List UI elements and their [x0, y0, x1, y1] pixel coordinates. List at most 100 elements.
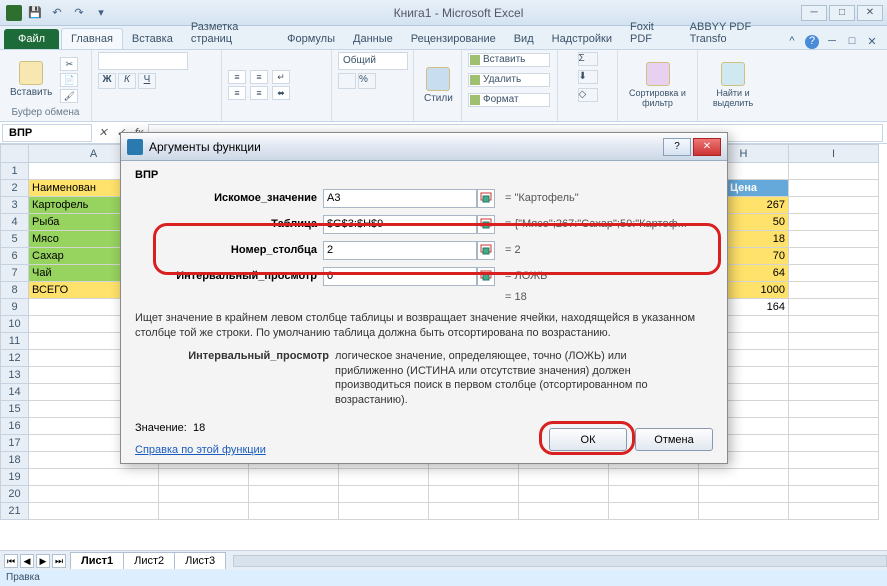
cell[interactable] — [789, 265, 879, 282]
horizontal-scrollbar[interactable] — [233, 555, 887, 567]
cell[interactable] — [789, 503, 879, 520]
cell[interactable] — [339, 503, 429, 520]
qat-more-icon[interactable]: ▾ — [92, 4, 110, 22]
fill-icon[interactable]: ⬇ — [578, 70, 598, 84]
row-header[interactable]: 19 — [1, 469, 29, 486]
row-header[interactable]: 14 — [1, 384, 29, 401]
sheet-tab-2[interactable]: Лист2 — [123, 552, 175, 569]
cell[interactable] — [789, 231, 879, 248]
range-picker-icon[interactable] — [477, 189, 495, 208]
align-center-icon[interactable]: ≡ — [250, 86, 268, 100]
range-picker-icon[interactable] — [477, 215, 495, 234]
cell[interactable] — [609, 503, 699, 520]
sheet-nav-prev[interactable]: ◀ — [20, 554, 34, 568]
sheet-nav-first[interactable]: ⏮ — [4, 554, 18, 568]
row-header[interactable]: 10 — [1, 316, 29, 333]
bold-button[interactable]: Ж — [98, 73, 116, 89]
styles-button[interactable]: Стили — [420, 65, 457, 106]
tab-formulas[interactable]: Формулы — [278, 29, 344, 49]
row-header[interactable]: 3 — [1, 197, 29, 214]
currency-icon[interactable] — [338, 73, 356, 89]
row-header[interactable]: 8 — [1, 282, 29, 299]
name-box[interactable]: ВПР — [2, 124, 92, 142]
align-mid-icon[interactable]: ≡ — [228, 86, 246, 100]
insert-cells-button[interactable]: Вставить — [468, 53, 550, 67]
cell[interactable] — [789, 350, 879, 367]
cell[interactable] — [519, 486, 609, 503]
cell[interactable] — [789, 486, 879, 503]
cell[interactable] — [339, 469, 429, 486]
cell[interactable] — [159, 469, 249, 486]
row-header[interactable]: 18 — [1, 452, 29, 469]
col-header[interactable]: I — [789, 145, 879, 163]
align-top-icon[interactable]: ≡ — [228, 70, 246, 84]
wrap-icon[interactable]: ↵ — [272, 70, 290, 84]
row-header[interactable]: 20 — [1, 486, 29, 503]
save-icon[interactable]: 💾 — [26, 4, 44, 22]
percent-icon[interactable]: % — [358, 73, 376, 89]
cell[interactable] — [429, 469, 519, 486]
cell[interactable] — [29, 469, 159, 486]
cell[interactable] — [789, 452, 879, 469]
cell[interactable] — [429, 486, 519, 503]
tab-insert[interactable]: Вставка — [123, 29, 182, 49]
tab-layout[interactable]: Разметка страниц — [182, 17, 278, 49]
cell[interactable] — [519, 469, 609, 486]
arg-input-3[interactable] — [323, 267, 477, 286]
range-picker-icon[interactable] — [477, 241, 495, 260]
cell[interactable] — [699, 503, 789, 520]
tab-view[interactable]: Вид — [505, 29, 543, 49]
font-name-box[interactable] — [98, 52, 188, 70]
maximize-button[interactable]: □ — [829, 5, 855, 21]
cell[interactable] — [249, 486, 339, 503]
ribbon-minimize-icon[interactable]: ^ — [785, 35, 799, 49]
copy-icon[interactable]: 📄 — [60, 73, 78, 87]
cell[interactable] — [789, 435, 879, 452]
doc-close-icon[interactable]: ✕ — [865, 35, 879, 49]
row-header[interactable]: 5 — [1, 231, 29, 248]
row-header[interactable]: 2 — [1, 180, 29, 197]
find-select-button[interactable]: Найти и выделить — [704, 60, 762, 110]
cell[interactable] — [29, 486, 159, 503]
cell[interactable] — [789, 248, 879, 265]
cell[interactable] — [249, 469, 339, 486]
minimize-button[interactable]: ─ — [801, 5, 827, 21]
cell[interactable] — [429, 503, 519, 520]
row-header[interactable]: 4 — [1, 214, 29, 231]
file-tab[interactable]: Файл — [4, 29, 59, 49]
undo-icon[interactable]: ↶ — [48, 4, 66, 22]
row-header[interactable]: 21 — [1, 503, 29, 520]
format-cells-button[interactable]: Формат — [468, 93, 550, 107]
cell[interactable] — [159, 486, 249, 503]
cell[interactable] — [789, 214, 879, 231]
paste-button[interactable]: Вставить — [6, 59, 56, 100]
cell[interactable] — [789, 469, 879, 486]
dialog-close-button[interactable]: ✕ — [693, 138, 721, 156]
help-icon[interactable]: ? — [805, 35, 819, 49]
select-all-corner[interactable] — [1, 145, 29, 163]
row-header[interactable]: 1 — [1, 163, 29, 180]
cancel-button[interactable]: Отмена — [635, 428, 713, 451]
cancel-formula-icon[interactable]: ✕ — [94, 126, 112, 139]
cell[interactable] — [789, 197, 879, 214]
dialog-titlebar[interactable]: Аргументы функции ? ✕ — [121, 133, 727, 161]
row-header[interactable]: 7 — [1, 265, 29, 282]
row-header[interactable]: 9 — [1, 299, 29, 316]
delete-cells-button[interactable]: Удалить — [468, 73, 550, 87]
cell[interactable] — [699, 469, 789, 486]
cell[interactable] — [789, 299, 879, 316]
row-header[interactable]: 17 — [1, 435, 29, 452]
arg-input-2[interactable] — [323, 241, 477, 260]
row-header[interactable]: 15 — [1, 401, 29, 418]
cell[interactable] — [699, 486, 789, 503]
cell[interactable] — [789, 367, 879, 384]
tab-addins[interactable]: Надстройки — [543, 29, 621, 49]
cell[interactable] — [339, 486, 429, 503]
cell[interactable] — [789, 180, 879, 197]
underline-button[interactable]: Ч — [138, 73, 156, 89]
italic-button[interactable]: К — [118, 73, 136, 89]
doc-restore-icon[interactable]: □ — [845, 35, 859, 49]
cut-icon[interactable]: ✂ — [60, 57, 78, 71]
redo-icon[interactable]: ↷ — [70, 4, 88, 22]
cell[interactable] — [789, 401, 879, 418]
